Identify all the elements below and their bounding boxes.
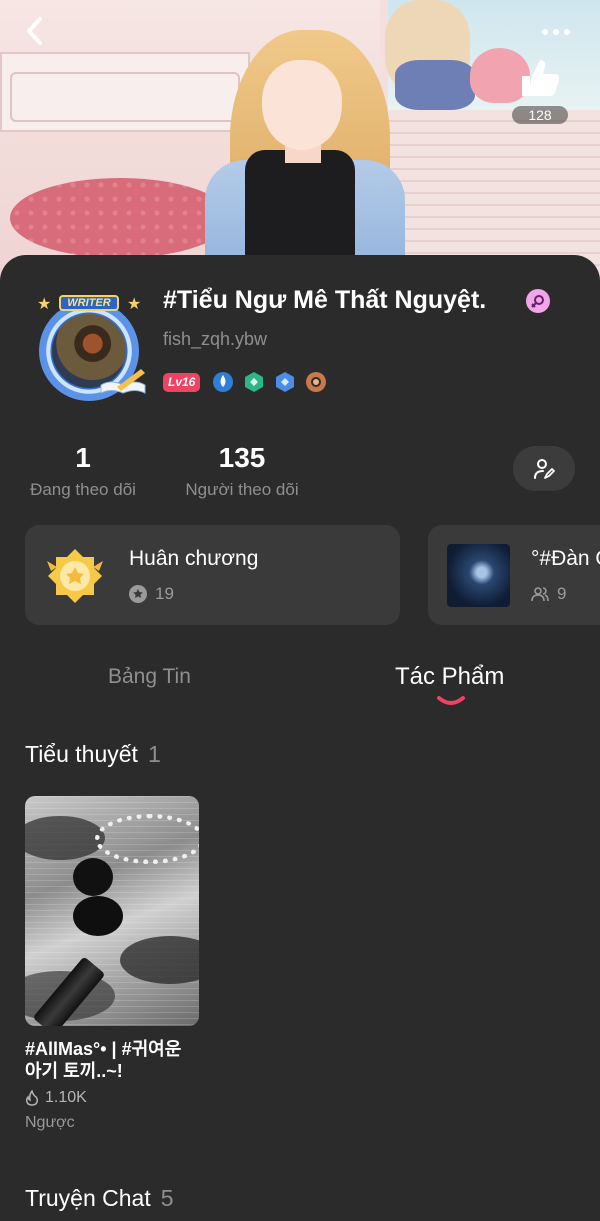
medal-icon bbox=[47, 549, 103, 603]
chevron-left-icon bbox=[27, 17, 42, 45]
chat-stories-section-title[interactable]: Truyện Chat 5 bbox=[25, 1185, 174, 1212]
group-thumbnail bbox=[447, 544, 510, 607]
cover-decoration bbox=[120, 936, 199, 984]
chat-stories-count: 5 bbox=[160, 1185, 174, 1211]
star-icon: ★ bbox=[127, 296, 142, 313]
novels-title: Tiểu thuyết bbox=[25, 741, 138, 767]
novels-count: 1 bbox=[147, 741, 161, 767]
profile-name: #Tiểu Ngư Mê Thất Nguyệt. bbox=[163, 286, 487, 314]
avatar[interactable]: ★ ★ WRITER bbox=[27, 295, 151, 407]
chat-stories-title: Truyện Chat bbox=[25, 1185, 151, 1211]
novel-genre: Ngược bbox=[25, 1114, 75, 1131]
cover-pearls bbox=[95, 814, 199, 864]
tab-feed[interactable]: Bảng Tin bbox=[108, 665, 191, 689]
medal-meta: 19 bbox=[129, 584, 174, 604]
female-icon bbox=[526, 289, 550, 313]
user-edit-icon bbox=[534, 458, 555, 479]
more-dot-icon bbox=[542, 29, 548, 35]
group-title: °#Đàn Ô bbox=[531, 547, 600, 570]
active-tab-indicator bbox=[437, 696, 465, 705]
novel-views: 1.10K bbox=[25, 1089, 199, 1107]
more-options-button[interactable] bbox=[536, 22, 576, 42]
edit-profile-button[interactable] bbox=[513, 446, 575, 491]
novel-title: #AllMas°• | #귀여운 아기 토끼..~! bbox=[25, 1039, 182, 1081]
following-label: Đang theo dõi bbox=[30, 480, 136, 499]
profile-handle: fish_zqh.ybw bbox=[163, 329, 268, 349]
followers-stat[interactable]: 135 Người theo dõi bbox=[178, 442, 306, 500]
novel-views-count: 1.10K bbox=[45, 1089, 87, 1106]
novel-item[interactable]: #AllMas°• | #귀여운 아기 토끼..~! 1.10K Ngược bbox=[25, 796, 199, 1132]
profile-tabs: Bảng Tin Tác Phẩm bbox=[0, 655, 600, 715]
medal-count: 19 bbox=[155, 584, 174, 603]
group-meta: 9 bbox=[531, 584, 566, 604]
star-icon: ★ bbox=[37, 296, 52, 313]
medal-title: Huân chương bbox=[129, 547, 259, 570]
following-count: 1 bbox=[75, 442, 91, 473]
level-badge[interactable]: Lv16 bbox=[163, 372, 201, 392]
banner-teddy-body bbox=[395, 60, 475, 110]
more-dot-icon bbox=[564, 29, 570, 35]
novels-section-title[interactable]: Tiểu thuyết 1 bbox=[25, 741, 161, 768]
tab-works[interactable]: Tác Phẩm bbox=[395, 663, 504, 691]
blue-drop-badge-icon[interactable] bbox=[212, 371, 234, 393]
members-icon bbox=[531, 587, 549, 602]
banner-character-face bbox=[262, 60, 342, 150]
cover-decoration bbox=[73, 896, 123, 936]
following-stat[interactable]: 1 Đang theo dõi bbox=[22, 442, 144, 500]
thumbs-up-icon bbox=[522, 60, 560, 96]
more-dot-icon bbox=[553, 29, 559, 35]
medal-card[interactable]: Huân chương 19 bbox=[25, 525, 400, 625]
bronze-badge-icon[interactable] bbox=[305, 371, 327, 393]
badge-row: Lv16 bbox=[163, 372, 327, 392]
blue-gem-badge-icon[interactable] bbox=[274, 371, 296, 393]
followers-count: 135 bbox=[218, 442, 266, 473]
flame-icon bbox=[25, 1090, 39, 1106]
pen-book-icon bbox=[100, 369, 146, 394]
writer-badge: WRITER bbox=[59, 295, 119, 311]
back-button[interactable] bbox=[18, 14, 52, 48]
group-card[interactable]: °#Đàn Ô 9 bbox=[428, 525, 600, 625]
cover-decoration bbox=[73, 858, 113, 896]
like-button[interactable]: 128 bbox=[512, 56, 568, 126]
profile-banner bbox=[0, 0, 600, 290]
star-circle-icon bbox=[129, 585, 147, 603]
cover-decoration bbox=[25, 816, 105, 860]
like-count: 128 bbox=[512, 106, 568, 124]
group-members-count: 9 bbox=[557, 584, 567, 603]
banner-stool bbox=[10, 178, 230, 258]
green-gem-badge-icon[interactable] bbox=[243, 371, 265, 393]
banner-drawer bbox=[10, 72, 240, 122]
followers-label: Người theo dõi bbox=[185, 480, 299, 499]
novel-cover bbox=[25, 796, 199, 1026]
